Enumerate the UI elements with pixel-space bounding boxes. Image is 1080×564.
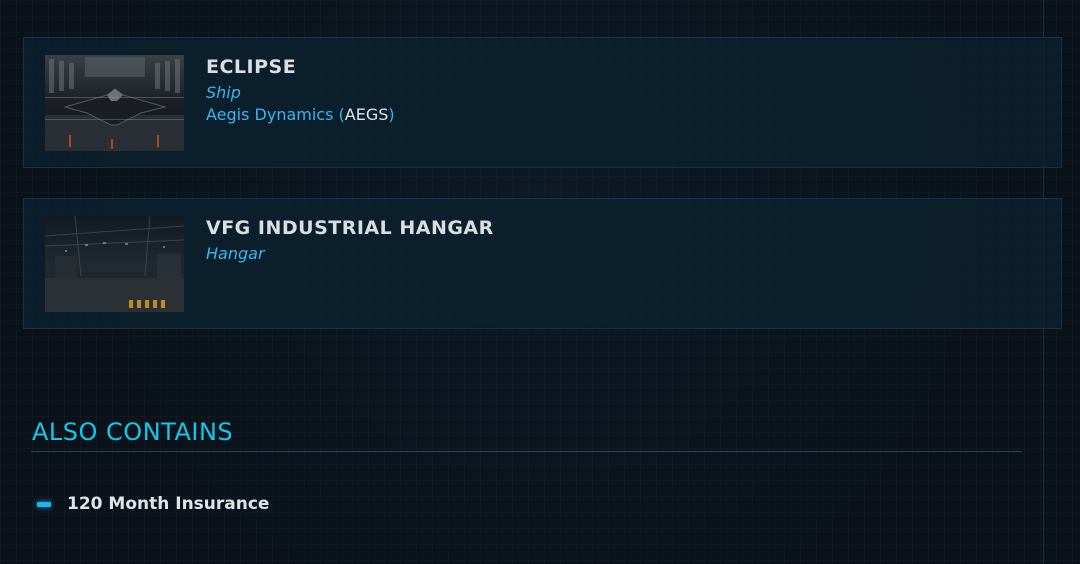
pledge-item-card-hangar: VFG INDUSTRIAL HANGAR Hangar — [23, 198, 1062, 329]
item-type: Hangar — [206, 244, 265, 263]
item-title: ECLIPSE — [206, 56, 297, 78]
pledge-item-card-eclipse: ECLIPSE Ship Aegis Dynamics (AEGS) — [23, 37, 1062, 168]
manufacturer-code: AEGS — [344, 105, 389, 124]
also-contains-item-label: 120 Month Insurance — [67, 494, 270, 514]
ship-thumbnail-image — [45, 55, 184, 151]
item-manufacturer: Aegis Dynamics (AEGS) — [206, 105, 395, 124]
also-contains-heading: ALSO CONTAINS — [32, 418, 234, 446]
section-divider — [31, 451, 1022, 452]
manufacturer-close-paren: ) — [388, 105, 395, 124]
bullet-dash-icon — [37, 502, 51, 507]
item-type: Ship — [206, 83, 241, 102]
hangar-thumbnail-image — [45, 216, 184, 312]
item-title: VFG INDUSTRIAL HANGAR — [206, 217, 494, 239]
manufacturer-name: Aegis Dynamics ( — [206, 105, 345, 124]
